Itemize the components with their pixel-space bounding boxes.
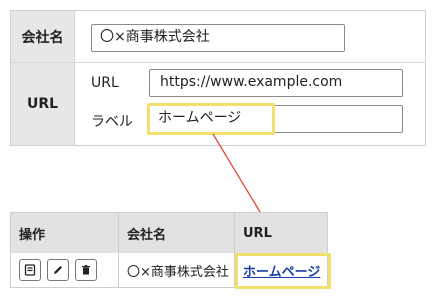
trash-icon bbox=[82, 265, 90, 275]
operations-cell bbox=[11, 253, 119, 287]
url-row: URL URL https://www.example.com ラベル ホームペ… bbox=[11, 63, 425, 145]
company-header: 会社名 bbox=[11, 11, 75, 62]
table-header-row: 操作 会社名 URL bbox=[11, 213, 327, 254]
company-row: 会社名 〇×商事株式会社 bbox=[11, 11, 425, 63]
link-label-field-label: ラベル bbox=[91, 114, 133, 130]
pencil-icon bbox=[54, 266, 62, 274]
edit-button[interactable] bbox=[47, 259, 69, 281]
company-name-input[interactable]: 〇×商事株式会社 bbox=[91, 24, 345, 52]
link-highlight-box bbox=[235, 253, 331, 289]
page: 会社名 〇×商事株式会社 URL URL https://www.example… bbox=[0, 0, 435, 300]
header-operations: 操作 bbox=[11, 213, 119, 253]
url-field-label: URL bbox=[91, 75, 119, 91]
url-input[interactable]: https://www.example.com bbox=[149, 69, 403, 97]
detail-button[interactable] bbox=[19, 259, 41, 281]
company-list-table: 操作 会社名 URL 〇×商事株式会社 ホームページ bbox=[10, 212, 331, 289]
delete-button[interactable] bbox=[75, 259, 97, 281]
header-url: URL bbox=[243, 225, 272, 241]
document-icon bbox=[24, 264, 36, 276]
link-label-highlighted-value: ホームページ bbox=[147, 103, 275, 135]
edit-form-panel: 会社名 〇×商事株式会社 URL URL https://www.example… bbox=[10, 10, 426, 146]
header-company: 会社名 bbox=[119, 213, 235, 253]
url-header: URL bbox=[11, 63, 75, 145]
company-cell: 〇×商事株式会社 bbox=[119, 253, 235, 287]
